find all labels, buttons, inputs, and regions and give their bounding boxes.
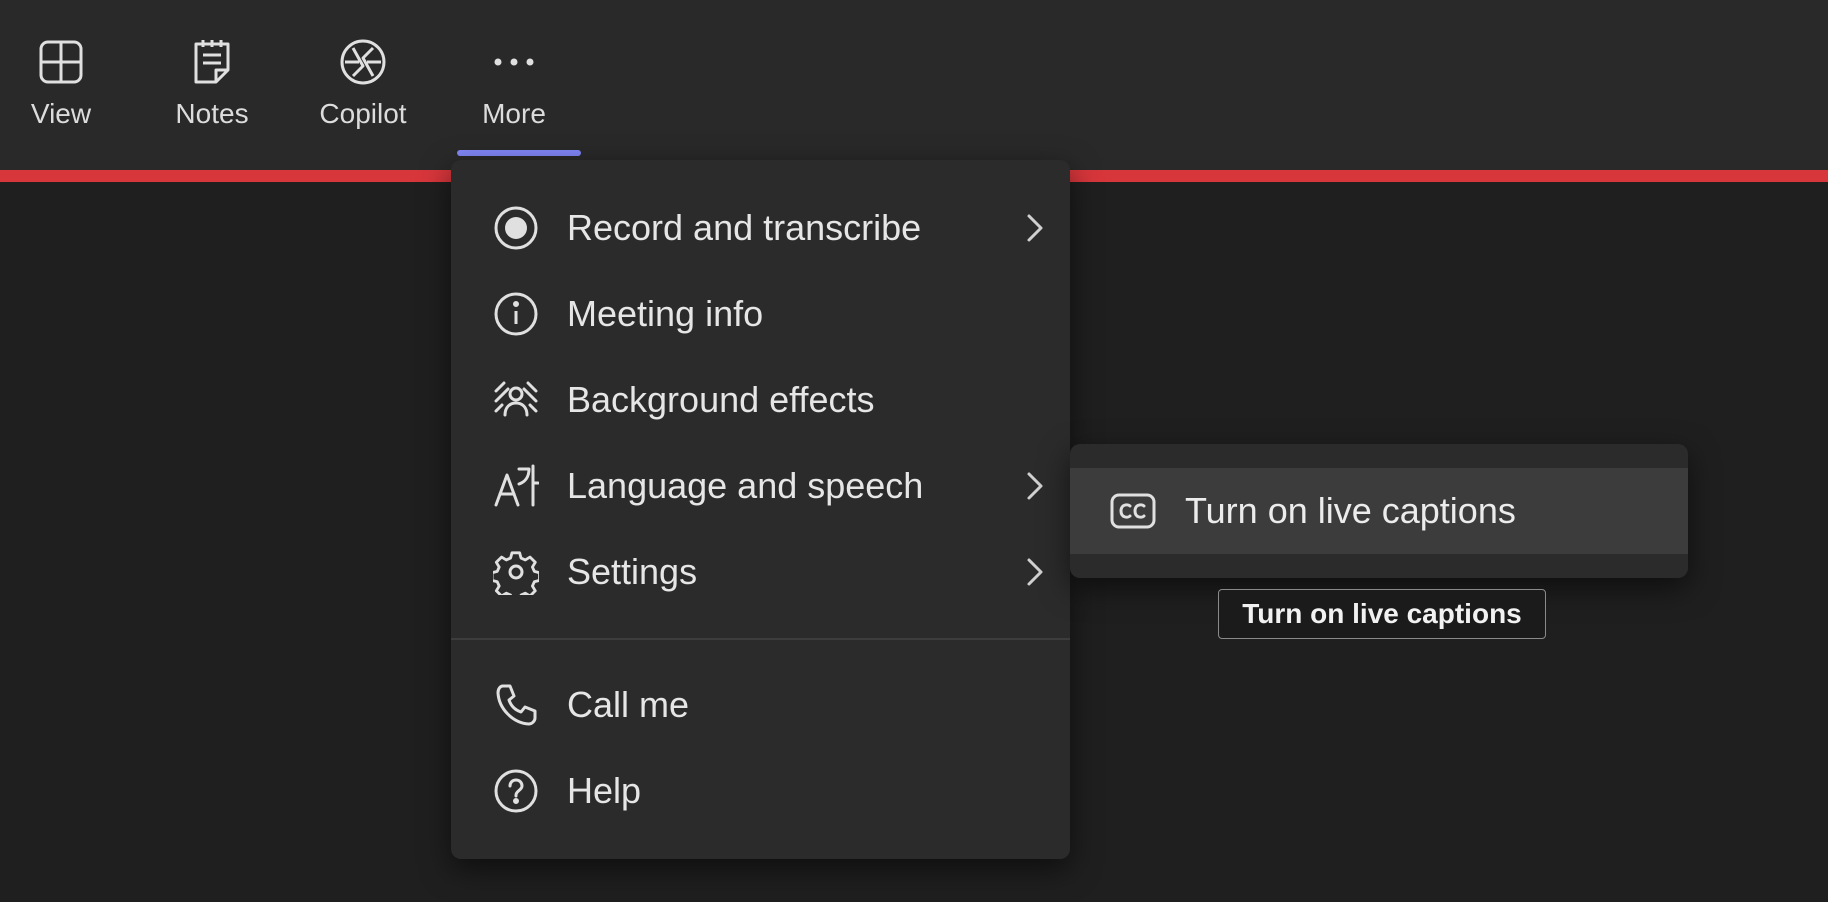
chevron-right-icon	[1017, 468, 1053, 504]
more-button-label: More	[482, 98, 546, 129]
closed-captions-icon	[1110, 490, 1156, 532]
menu-item-meeting-info[interactable]: Meeting info	[451, 271, 1070, 357]
chevron-right-icon	[1017, 554, 1053, 590]
menu-item-label: Record and transcribe	[567, 207, 922, 248]
more-button[interactable]: More	[449, 24, 581, 156]
view-button[interactable]: View	[0, 24, 126, 154]
notes-button[interactable]: Notes	[147, 24, 277, 154]
menu-item-language-and-speech[interactable]: Language and speech	[451, 443, 1070, 529]
language-and-speech-submenu: Turn on live captions	[1070, 444, 1688, 578]
more-dots-icon	[486, 34, 542, 90]
menu-item-help[interactable]: Help	[451, 748, 1070, 834]
language-icon	[493, 463, 539, 509]
menu-item-label: Language and speech	[567, 465, 924, 506]
meeting-toolbar: View Notes Copilot More	[0, 0, 1828, 170]
gear-icon	[493, 549, 539, 595]
menu-item-label: Meeting info	[567, 293, 764, 334]
menu-item-turn-on-live-captions[interactable]: Turn on live captions	[1070, 468, 1688, 554]
menu-item-call-me[interactable]: Call me	[451, 662, 1070, 748]
help-icon	[493, 768, 539, 814]
view-grid-icon	[33, 34, 89, 90]
chevron-right-icon	[1017, 210, 1053, 246]
menu-item-label: Background effects	[567, 379, 875, 420]
copilot-button-label: Copilot	[319, 98, 407, 129]
menu-item-label: Settings	[567, 551, 698, 592]
copilot-icon	[335, 34, 391, 90]
notes-button-label: Notes	[175, 98, 249, 129]
menu-item-background-effects[interactable]: Background effects	[451, 357, 1070, 443]
record-icon	[493, 205, 539, 251]
background-effects-icon	[493, 377, 539, 423]
menu-item-label: Turn on live captions	[1185, 490, 1516, 531]
live-captions-tooltip: Turn on live captions	[1218, 589, 1546, 639]
menu-item-settings[interactable]: Settings	[451, 529, 1070, 615]
view-button-label: View	[30, 98, 92, 129]
more-menu: Record and transcribe Meeting info Backg…	[451, 160, 1070, 859]
menu-item-label: Call me	[567, 684, 690, 725]
phone-icon	[493, 682, 539, 728]
info-icon	[493, 291, 539, 337]
menu-item-label: Help	[567, 770, 642, 811]
menu-divider	[451, 638, 1070, 640]
notes-icon	[184, 34, 240, 90]
menu-item-record-and-transcribe[interactable]: Record and transcribe	[451, 185, 1070, 271]
copilot-button[interactable]: Copilot	[298, 24, 428, 154]
